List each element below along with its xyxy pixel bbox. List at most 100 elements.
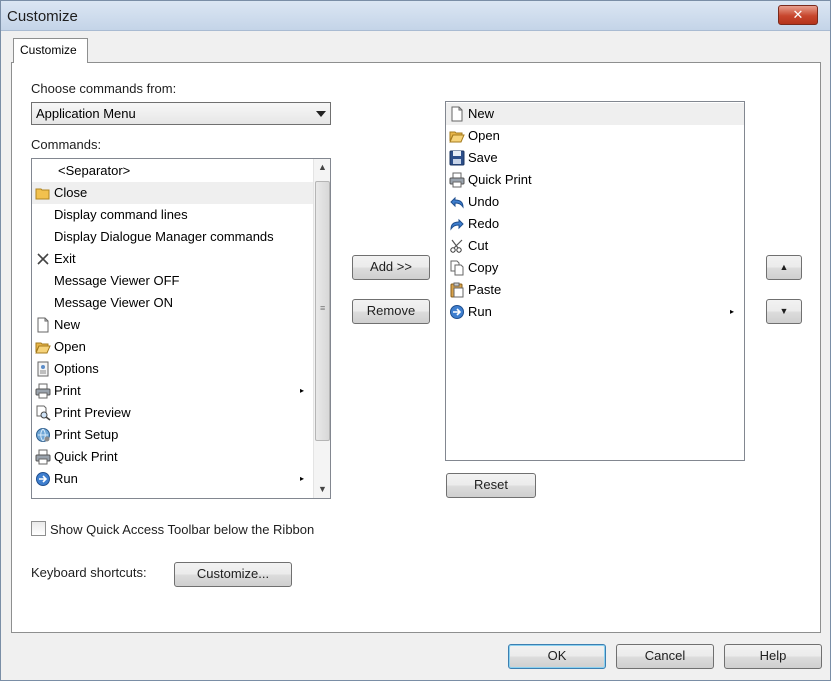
toolbar-listbox[interactable]: Run ▸ Paste Copy Cut Redo Undo Quick Print Save O… bbox=[445, 101, 745, 461]
new-document-icon bbox=[35, 317, 51, 333]
choose-commands-label: Choose commands from: bbox=[31, 81, 177, 96]
command-item[interactable]: Open bbox=[32, 336, 314, 358]
move-down-button[interactable]: ▼ bbox=[766, 299, 802, 324]
chevron-down-icon bbox=[316, 111, 326, 117]
toolbar-item[interactable]: Run ▸ bbox=[446, 301, 744, 323]
cancel-button[interactable]: Cancel bbox=[616, 644, 714, 669]
commands-scrollbar[interactable]: ▲ ≡ ▼ bbox=[313, 159, 330, 498]
print-setup-icon bbox=[35, 427, 51, 443]
toolbar-item[interactable]: Paste bbox=[446, 279, 744, 301]
dropdown-selected-value: Application Menu bbox=[36, 106, 136, 121]
command-item[interactable]: Close bbox=[32, 182, 314, 204]
move-up-button[interactable]: ▲ bbox=[766, 255, 802, 280]
redo-icon bbox=[449, 216, 465, 232]
toolbar-item[interactable]: Redo bbox=[446, 213, 744, 235]
x-icon bbox=[35, 251, 51, 267]
command-item[interactable]: Print Preview bbox=[32, 402, 314, 424]
submenu-arrow-icon: ▸ bbox=[299, 474, 304, 483]
choose-commands-dropdown[interactable]: Application Menu bbox=[31, 102, 331, 125]
command-item-label: Close bbox=[54, 185, 88, 200]
commands-label: Commands: bbox=[31, 137, 102, 152]
commands-listbox[interactable]: Run ▸ Quick Print Print Setup Print Preview P… bbox=[31, 158, 331, 499]
quick-access-checkbox[interactable] bbox=[31, 521, 46, 536]
command-item[interactable]: Message Viewer ON bbox=[32, 292, 314, 314]
command-item[interactable]: Run ▸ bbox=[32, 468, 314, 490]
print-preview-icon bbox=[35, 405, 51, 421]
help-button[interactable]: Help bbox=[724, 644, 822, 669]
command-item-label: Message Viewer OFF bbox=[54, 273, 180, 288]
printer-icon bbox=[35, 383, 51, 399]
toolbar-item-label: Undo bbox=[468, 194, 500, 209]
add-button[interactable]: Add >> bbox=[352, 255, 430, 280]
run-icon bbox=[35, 471, 51, 487]
close-icon: ✕ bbox=[792, 7, 804, 22]
arrow-down-icon: ▼ bbox=[779, 306, 789, 316]
command-item[interactable]: Options bbox=[32, 358, 314, 380]
reset-button[interactable]: Reset bbox=[446, 473, 536, 498]
toolbar-item-label: New bbox=[468, 106, 495, 121]
quick-access-checkbox-label[interactable]: Show Quick Access Toolbar below the Ribb… bbox=[50, 522, 314, 537]
submenu-arrow-icon: ▸ bbox=[729, 307, 734, 316]
command-item-label: Print bbox=[54, 383, 81, 398]
command-item[interactable]: Quick Print bbox=[32, 446, 314, 468]
command-item[interactable]: New bbox=[32, 314, 314, 336]
toolbar-item[interactable]: Save bbox=[446, 147, 744, 169]
toolbar-item[interactable]: New bbox=[446, 103, 744, 125]
folder-icon bbox=[35, 185, 51, 201]
grip-icon: ≡ bbox=[320, 303, 326, 313]
arrow-up-icon: ▲ bbox=[779, 262, 789, 272]
toolbar-item-label: Paste bbox=[468, 282, 502, 297]
scroll-up-icon[interactable]: ▲ bbox=[314, 159, 330, 176]
remove-button[interactable]: Remove bbox=[352, 299, 430, 324]
open-folder-icon bbox=[449, 128, 465, 144]
customize-shortcuts-button[interactable]: Customize... bbox=[174, 562, 292, 587]
command-item-label: Exit bbox=[54, 251, 76, 266]
open-folder-icon bbox=[35, 339, 51, 355]
toolbar-item[interactable]: Quick Print bbox=[446, 169, 744, 191]
command-item[interactable]: Print ▸ bbox=[32, 380, 314, 402]
command-item-label: Display command lines bbox=[54, 207, 188, 222]
toolbar-item[interactable]: Copy bbox=[446, 257, 744, 279]
command-item[interactable]: Exit bbox=[32, 248, 314, 270]
command-item[interactable]: Display command lines bbox=[32, 204, 314, 226]
command-item[interactable]: Message Viewer OFF bbox=[32, 270, 314, 292]
scissors-icon bbox=[449, 238, 465, 254]
ok-button[interactable]: OK bbox=[508, 644, 606, 669]
printer-icon bbox=[449, 172, 465, 188]
toolbar-item-label: Open bbox=[468, 128, 500, 143]
scroll-down-icon[interactable]: ▼ bbox=[314, 481, 330, 498]
command-item[interactable]: <Separator> bbox=[32, 160, 314, 182]
toolbar-item-label: Cut bbox=[468, 238, 489, 253]
toolbar-item[interactable]: Undo bbox=[446, 191, 744, 213]
undo-icon bbox=[449, 194, 465, 210]
close-button[interactable]: ✕ bbox=[778, 5, 818, 25]
options-icon bbox=[35, 361, 51, 377]
command-item-label: New bbox=[54, 317, 81, 332]
toolbar-item[interactable]: Cut bbox=[446, 235, 744, 257]
title-bar[interactable]: Customize ✕ bbox=[1, 1, 830, 31]
command-item-label: Message Viewer ON bbox=[54, 295, 173, 310]
command-item-label: Quick Print bbox=[54, 449, 118, 464]
save-icon bbox=[449, 150, 465, 166]
command-item-label: Print Preview bbox=[54, 405, 131, 420]
run-icon bbox=[449, 304, 465, 320]
command-item-label: Run bbox=[54, 471, 78, 486]
tab-customize[interactable]: Customize bbox=[13, 38, 88, 63]
toolbar-item-label: Run bbox=[468, 304, 492, 319]
toolbar-item-label: Quick Print bbox=[468, 172, 532, 187]
command-item[interactable]: Print Setup bbox=[32, 424, 314, 446]
copy-icon bbox=[449, 260, 465, 276]
printer-icon bbox=[35, 449, 51, 465]
command-item-label: Options bbox=[54, 361, 99, 376]
customize-dialog: Customize ✕ Customize Choose commands fr… bbox=[0, 0, 831, 681]
toolbar-item[interactable]: Open bbox=[446, 125, 744, 147]
paste-icon bbox=[449, 282, 465, 298]
toolbar-item-label: Save bbox=[468, 150, 498, 165]
command-item-label: Open bbox=[54, 339, 86, 354]
window-title: Customize bbox=[7, 8, 78, 25]
submenu-arrow-icon: ▸ bbox=[299, 386, 304, 395]
command-item[interactable]: Display Dialogue Manager commands bbox=[32, 226, 314, 248]
keyboard-shortcuts-label: Keyboard shortcuts: bbox=[31, 565, 147, 580]
command-item-label: <Separator> bbox=[58, 163, 131, 178]
scroll-thumb[interactable]: ≡ bbox=[315, 181, 330, 441]
